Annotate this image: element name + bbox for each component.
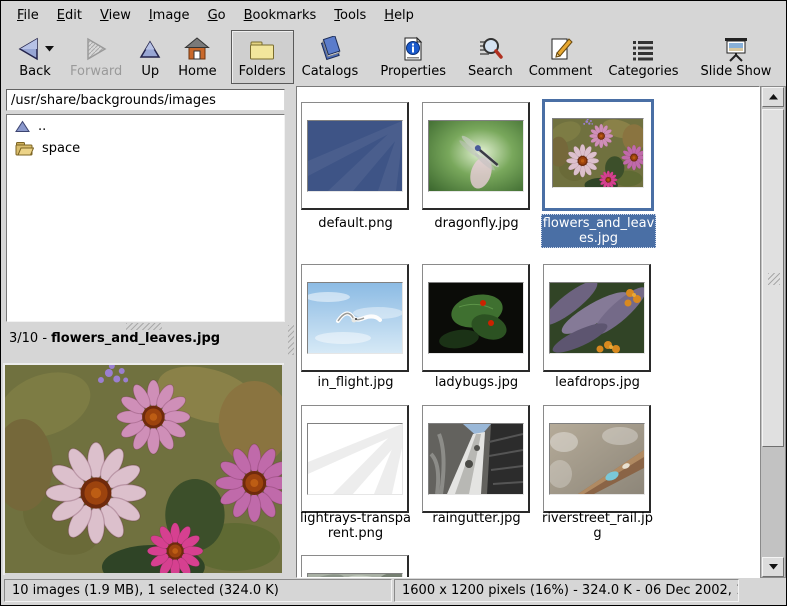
thumbnail-in-flight-jpg xyxy=(307,282,403,354)
file-item-selected[interactable]: flowers_and_leaves.jpg xyxy=(542,99,654,211)
menu-help[interactable]: Help xyxy=(375,4,423,27)
back-label: Back xyxy=(19,65,51,79)
catalogs-icon xyxy=(317,36,343,62)
back-icon xyxy=(16,36,42,62)
catalogs-label: Catalogs xyxy=(302,65,359,79)
gthumb-window: File Edit View Image Go Bookmarks Tools … xyxy=(0,0,787,606)
home-icon xyxy=(184,36,210,62)
tree-item-label: .. xyxy=(38,119,46,134)
file-label: raingutter.jpg xyxy=(419,511,534,526)
fullscreen-button[interactable]: Full Screen xyxy=(779,30,787,84)
categories-button[interactable]: Categories xyxy=(600,30,686,84)
thumbnail-pane: default.png dragonfly.jpg xyxy=(296,86,760,578)
statusbar-left: 10 images (1.9 MB), 1 selected (324.0 K) xyxy=(4,579,392,602)
folder-tree: .. space xyxy=(6,114,285,322)
menu-edit[interactable]: Edit xyxy=(48,4,91,27)
file-item[interactable]: dragonfly.jpg xyxy=(422,102,530,210)
catalogs-button[interactable]: Catalogs xyxy=(294,30,367,84)
thumbnail-leafdrops-jpg xyxy=(549,282,645,354)
thumbnail-lightrays-transparent-png xyxy=(307,423,403,495)
preview-status: 3/10 - flowers_and_leaves.jpg xyxy=(9,331,279,349)
comment-icon xyxy=(549,36,573,62)
up-triangle-icon xyxy=(15,120,30,133)
file-label: leafdrops.jpg xyxy=(540,375,655,390)
up-button[interactable]: Up xyxy=(130,30,170,84)
preview-index: 3/10 - xyxy=(9,331,51,346)
scrollbar-grip xyxy=(768,273,780,285)
tree-item-space[interactable]: space xyxy=(7,137,284,159)
thumbnail-raingutter-jpg xyxy=(428,423,524,495)
vertical-splitter-grip[interactable] xyxy=(288,325,294,355)
menu-file[interactable]: File xyxy=(8,4,48,27)
home-button[interactable]: Home xyxy=(170,30,224,84)
thumbnail-flowers-and-leaves-jpg xyxy=(552,118,644,188)
file-item[interactable]: default.png xyxy=(301,102,409,210)
slideshow-icon xyxy=(722,36,750,62)
menu-tools[interactable]: Tools xyxy=(325,4,375,27)
folder-icon xyxy=(15,141,34,156)
back-dropdown-icon[interactable] xyxy=(45,46,54,52)
up-icon xyxy=(138,36,162,62)
status-bar: 10 images (1.9 MB), 1 selected (324.0 K)… xyxy=(2,577,785,604)
home-label: Home xyxy=(178,65,216,79)
menu-view[interactable]: View xyxy=(91,4,140,27)
slideshow-button[interactable]: Slide Show xyxy=(692,30,779,84)
scrollbar-thumb[interactable] xyxy=(762,109,784,447)
thumbnail-dragonfly-jpg xyxy=(428,120,524,192)
thumbnail-riverstreet-rail-jpg xyxy=(549,423,645,495)
thumbnail-scrollbar[interactable] xyxy=(760,86,786,578)
back-button[interactable]: Back xyxy=(8,30,62,84)
file-label: ladybugs.jpg xyxy=(419,375,534,390)
folders-label: Folders xyxy=(239,65,286,79)
file-label: default.png xyxy=(298,216,413,231)
properties-label: Properties xyxy=(380,65,446,79)
file-item[interactable]: in_flight.jpg xyxy=(301,264,409,372)
scroll-up-button[interactable] xyxy=(762,87,784,107)
location-input[interactable] xyxy=(6,89,285,111)
folders-icon xyxy=(248,38,276,62)
menu-go[interactable]: Go xyxy=(199,4,235,27)
file-item-partial[interactable] xyxy=(301,555,409,578)
forward-icon xyxy=(83,36,109,62)
comment-button[interactable]: Comment xyxy=(521,30,601,84)
vertical-splitter[interactable] xyxy=(286,85,296,579)
file-item[interactable]: leafdrops.jpg xyxy=(543,264,651,372)
file-label-selected: flowers_and_leaves.jpg xyxy=(541,214,656,248)
up-label: Up xyxy=(141,65,159,79)
menu-image[interactable]: Image xyxy=(140,4,199,27)
scroll-down-button[interactable] xyxy=(762,557,784,577)
search-label: Search xyxy=(468,65,513,79)
preview-filename: flowers_and_leaves.jpg xyxy=(51,331,220,346)
search-button[interactable]: Search xyxy=(460,30,521,84)
folders-toggle-button[interactable]: Folders xyxy=(231,30,294,84)
comment-label: Comment xyxy=(529,65,593,79)
file-label: riverstreet_rail.jpg xyxy=(540,511,655,541)
file-item[interactable]: raingutter.jpg xyxy=(422,405,530,513)
categories-label: Categories xyxy=(608,65,678,79)
thumbnail-default-png xyxy=(307,120,403,192)
file-label: lightrays-transparent.png xyxy=(298,511,413,541)
menu-bookmarks[interactable]: Bookmarks xyxy=(235,4,326,27)
preview-image xyxy=(3,363,284,575)
toolbar: Back Forward Up xyxy=(2,29,785,85)
tree-item-parent[interactable]: .. xyxy=(7,115,284,137)
thumbnail-ladybugs-jpg xyxy=(428,282,524,354)
file-item[interactable]: ladybugs.jpg xyxy=(422,264,530,372)
file-label: dragonfly.jpg xyxy=(419,216,534,231)
statusbar-right: 1600 x 1200 pixels (16%) - 324.0 K - 06 … xyxy=(394,579,739,602)
file-item[interactable]: lightrays-transparent.png xyxy=(301,405,409,513)
horizontal-splitter[interactable] xyxy=(126,323,162,330)
slideshow-label: Slide Show xyxy=(700,65,771,79)
file-item[interactable]: riverstreet_rail.jpg xyxy=(543,405,651,513)
forward-button[interactable]: Forward xyxy=(62,30,130,84)
file-label: in_flight.jpg xyxy=(298,375,413,390)
search-icon xyxy=(477,36,503,62)
tree-item-label: space xyxy=(42,141,80,156)
menu-bar: File Edit View Image Go Bookmarks Tools … xyxy=(2,2,785,29)
properties-button[interactable]: Properties xyxy=(372,30,454,84)
properties-icon xyxy=(401,36,425,62)
categories-icon xyxy=(630,38,656,62)
forward-label: Forward xyxy=(70,65,122,79)
